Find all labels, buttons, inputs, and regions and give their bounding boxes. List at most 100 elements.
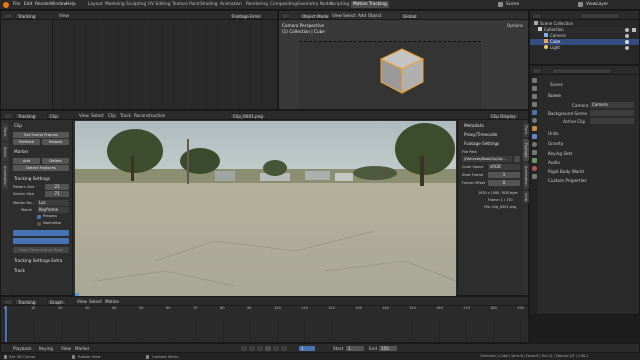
current-frame-field[interactable]: 1	[299, 346, 315, 351]
visibility-eye-icon[interactable]	[625, 46, 629, 50]
outliner-search-input[interactable]	[580, 12, 620, 19]
playback-menu[interactable]: Playback	[13, 346, 32, 351]
panel-track-header[interactable]: Track	[14, 268, 25, 273]
clip-mode-dropdown[interactable]: Tracking	[15, 112, 39, 119]
start-frame-field[interactable]: 1	[346, 346, 364, 351]
color-space-dropdown[interactable]: sRGB	[488, 164, 520, 170]
marker-menu[interactable]: Marker	[75, 346, 89, 351]
navigation-gizmo-icon[interactable]	[511, 23, 523, 35]
view-menu[interactable]: View	[61, 346, 71, 351]
normalize-checkbox[interactable]	[37, 222, 41, 226]
graph-view-dropdown[interactable]: Graph	[47, 298, 66, 305]
panel-proxy-header[interactable]: Proxy/Timecode	[464, 132, 497, 137]
menu-help[interactable]: Help	[66, 2, 76, 7]
add-marker-button[interactable]: Add	[13, 158, 40, 164]
menu-edit[interactable]: Edit	[24, 2, 32, 7]
material-tab-icon[interactable]	[531, 166, 537, 171]
properties-search-input[interactable]	[552, 67, 612, 74]
dopesheet-display-dropdown[interactable]: Footage Error	[229, 12, 264, 19]
panel-custom-properties[interactable]: Custom Properties	[548, 178, 587, 183]
panel-tracking-settings-header[interactable]: Tracking Settings	[14, 176, 50, 181]
panel-marker-header[interactable]: Marker	[14, 149, 28, 154]
workspace-tab-modeling[interactable]: Modeling	[105, 2, 125, 7]
jump-start-icon[interactable]	[241, 346, 247, 351]
visibility-eye-icon[interactable]	[625, 34, 629, 38]
blender-logo-icon[interactable]	[3, 2, 9, 8]
reload-button[interactable]: Reload	[42, 139, 69, 145]
clip-menu-select[interactable]: Select	[91, 113, 104, 118]
panel-keying-sets[interactable]: Keying Sets	[548, 151, 572, 156]
visibility-eye-icon[interactable]	[625, 40, 629, 44]
workspace-tab-uv-editing[interactable]: UV Editing	[148, 2, 170, 7]
modifier-tab-icon[interactable]	[531, 134, 537, 139]
toolbar-tab-solve[interactable]: Solve	[2, 143, 8, 161]
play-reverse-icon[interactable]	[257, 346, 263, 351]
jump-end-icon[interactable]	[281, 346, 287, 351]
dopesheet-mode-dropdown[interactable]: Tracking	[15, 12, 39, 19]
workspace-tab-layout[interactable]: Layout	[88, 2, 103, 7]
graph-editor-type-icon[interactable]	[3, 298, 13, 305]
view-layer-tab-icon[interactable]	[531, 102, 537, 107]
sidebar-tab-view[interactable]: View	[523, 191, 529, 203]
viewport-menu-add[interactable]: Add	[358, 13, 366, 18]
tracking-direction-buttons[interactable]	[13, 230, 69, 236]
panel-clip-header[interactable]: Clip	[14, 123, 22, 128]
visibility-eye-icon[interactable]	[625, 28, 629, 32]
prefetch-button[interactable]: Prefetch	[13, 139, 40, 145]
delete-marker-button[interactable]: Delete	[42, 158, 69, 164]
workspace-tab-texture-paint[interactable]: Texture Paint	[172, 2, 200, 7]
graph-menu-view[interactable]: View	[77, 299, 87, 304]
menu-file[interactable]: File	[13, 2, 20, 7]
clip-editor-type-icon[interactable]	[3, 112, 13, 119]
scene-tab-icon[interactable]	[531, 110, 537, 115]
graph-area[interactable]: 0 10 20 30 40 50 60 70 80 90 100 110 120 130 140 150 160…	[1, 306, 528, 342]
clip-menu-view[interactable]: View	[79, 113, 89, 118]
output-tab-icon[interactable]	[531, 94, 537, 99]
texture-tab-icon[interactable]	[531, 174, 537, 179]
object-mode-dropdown[interactable]: Object Mode	[299, 12, 332, 19]
render-camera-icon[interactable]	[632, 28, 636, 32]
search-size-field[interactable]: 71	[45, 191, 69, 197]
panel-scene-header[interactable]: Scene	[548, 93, 561, 98]
clip-display-dropdown[interactable]: Clip Display	[488, 112, 519, 119]
properties-editor-type-icon[interactable]	[532, 67, 542, 74]
clip-view-dropdown[interactable]: Clip	[47, 112, 61, 119]
frame-offset-field[interactable]: 0	[488, 180, 520, 186]
panel-footage-settings-header[interactable]: Footage Settings	[464, 141, 499, 146]
panel-metadata-header[interactable]: Metadata	[464, 123, 484, 128]
toolbar-tab-track[interactable]: Track	[2, 123, 8, 141]
graph-menu-motion[interactable]: Motion	[105, 299, 119, 304]
object-tab-icon[interactable]	[531, 126, 537, 131]
next-keyframe-icon[interactable]	[273, 346, 279, 351]
end-frame-field[interactable]: 150	[379, 346, 397, 351]
outliner-editor-type-icon[interactable]	[532, 12, 542, 19]
viewport-menu-view[interactable]: View	[332, 13, 342, 18]
workspace-tab-shading[interactable]: Shading	[200, 2, 217, 7]
workspace-tab-scripting[interactable]: Scripting	[330, 2, 349, 7]
prev-keyframe-icon[interactable]	[249, 346, 255, 351]
panel-audio[interactable]: Audio	[548, 160, 560, 165]
active-clip-field[interactable]	[590, 118, 634, 124]
clip-menu-reconstruction[interactable]: Reconstruction	[134, 113, 165, 118]
start-frame-field[interactable]: 1	[488, 172, 520, 178]
sidebar-tab-footage[interactable]: Footage	[523, 139, 529, 161]
clip-name-field[interactable]: Clip_0001.png	[230, 112, 266, 119]
sidebar-tab-track[interactable]: Track	[523, 123, 529, 137]
view-layer-selector[interactable]: ViewLayer	[586, 2, 608, 7]
keying-menu[interactable]: Keying	[39, 346, 53, 351]
transform-orientation-dropdown[interactable]: Global	[400, 12, 420, 19]
detect-features-button[interactable]: Detect Features	[13, 165, 69, 171]
file-path-field[interactable]: //Volumes/Road/Lip/Lip...	[462, 156, 512, 162]
dopesheet-view-menu[interactable]: View	[59, 13, 69, 18]
movie-clip-editor[interactable]: Tracking Clip View Select Clip Track Rec…	[0, 110, 529, 296]
sidebar-tab-annotation[interactable]: Annotation	[523, 163, 529, 189]
menu-window[interactable]: Window	[50, 2, 67, 7]
clip-menu-clip[interactable]: Clip	[108, 113, 116, 118]
toolbar-tab-annotation[interactable]: Annotation	[2, 163, 8, 189]
pattern-size-field[interactable]: 21	[45, 184, 69, 190]
camera-field[interactable]: Camera	[590, 102, 634, 108]
panel-rigid-body-world[interactable]: Rigid Body World	[548, 169, 584, 174]
menu-render[interactable]: Render	[35, 2, 50, 7]
data-tab-icon[interactable]	[531, 158, 537, 163]
match-dropdown[interactable]: Keyframe	[37, 207, 69, 213]
